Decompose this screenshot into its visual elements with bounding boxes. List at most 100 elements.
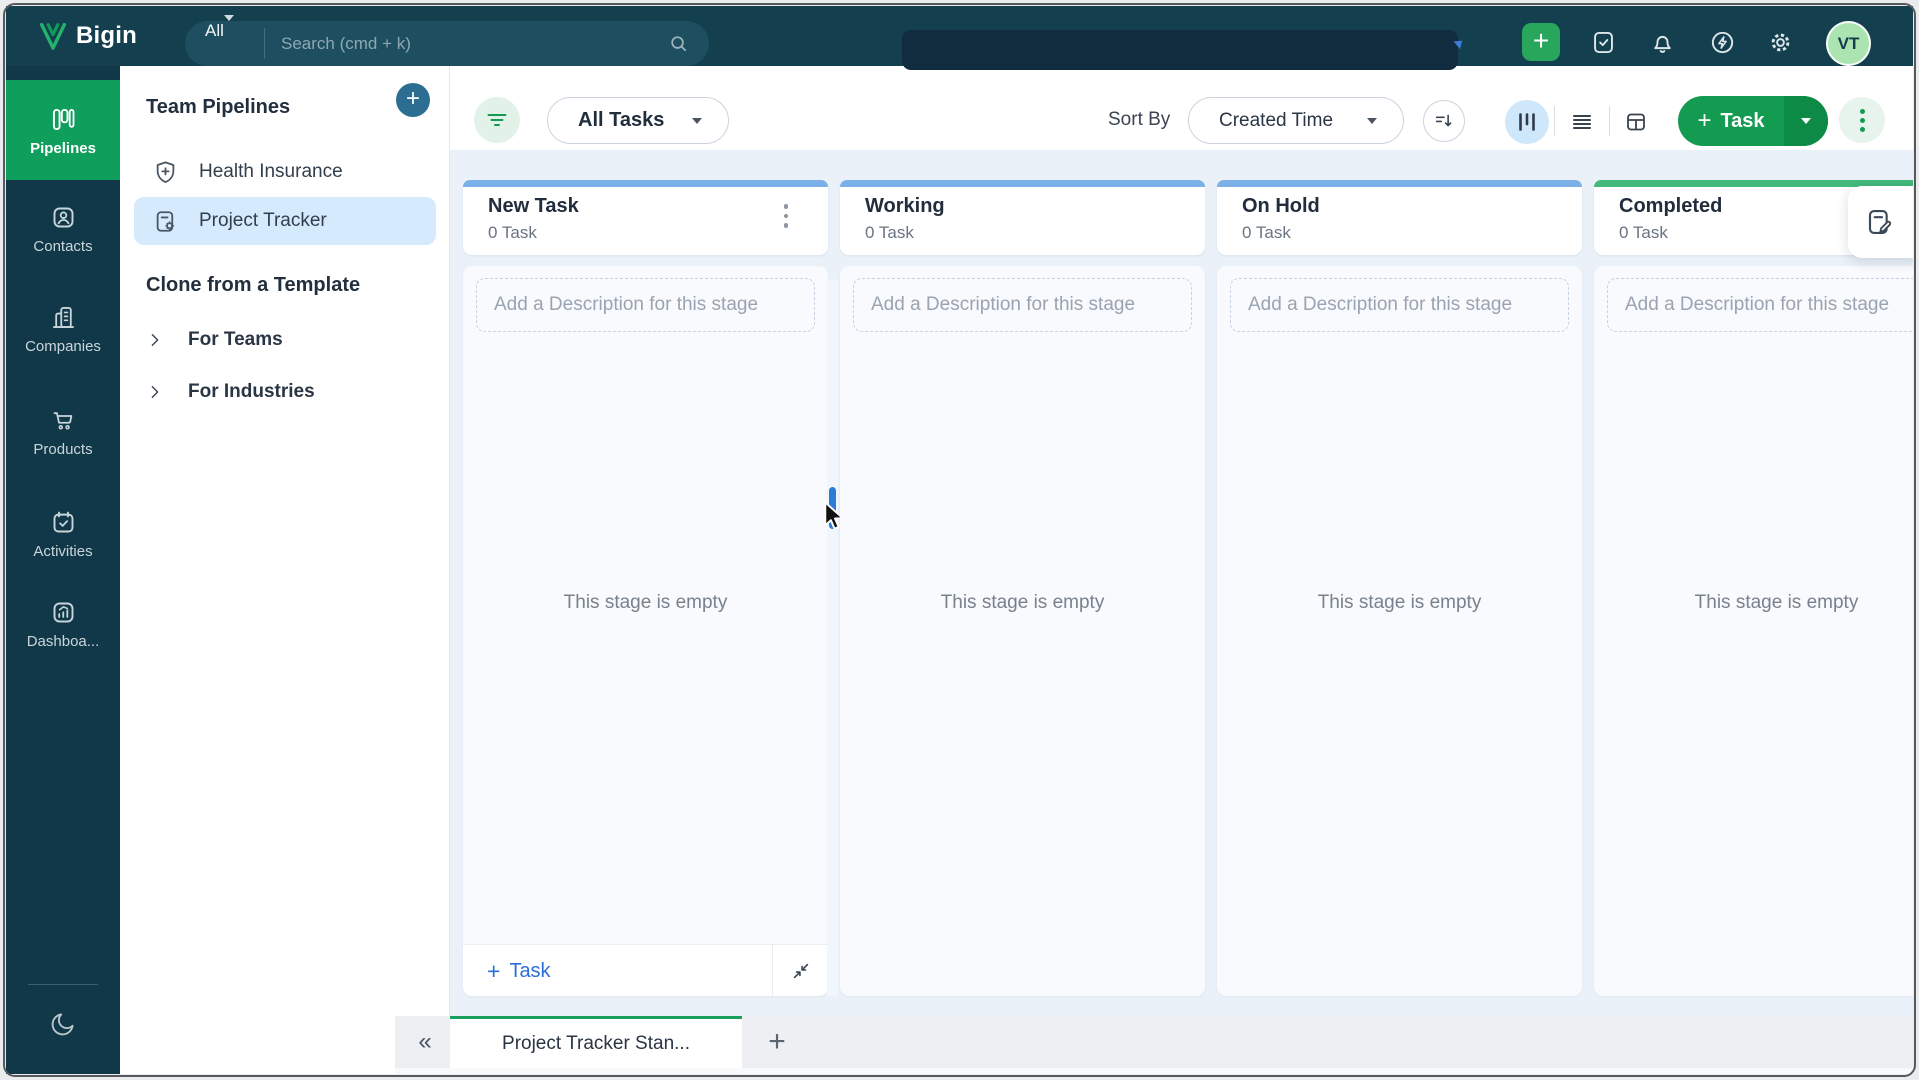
divider: [1554, 106, 1555, 136]
notifications-bell-button[interactable]: [1649, 29, 1676, 56]
contacts-icon: [53, 207, 73, 228]
stage-header-on-hold[interactable]: On Hold 0 Task: [1217, 180, 1582, 255]
stage-count: 0 Task: [488, 223, 537, 242]
stage-title: Completed: [1619, 195, 1723, 217]
user-avatar[interactable]: VT: [1826, 21, 1871, 66]
caret-down-icon: [223, 15, 234, 40]
stage-description-input[interactable]: Add a Description for this stage: [1607, 278, 1913, 332]
stage-empty-text: This stage is empty: [1694, 592, 1859, 613]
nav-item-companies[interactable]: Companies: [6, 304, 120, 355]
stage-body-working: Add a Description for this stage This st…: [840, 266, 1205, 996]
sort-order-button[interactable]: [1423, 100, 1465, 142]
stage-title: New Task: [488, 195, 579, 217]
stage-header-new-task[interactable]: New Task 0 Task: [463, 180, 828, 255]
tab-project-tracker-standard[interactable]: Project Tracker Stan...: [450, 1016, 742, 1068]
nav-item-activities[interactable]: Activities: [6, 509, 120, 560]
divider: [28, 984, 98, 985]
stage-body-new-task: Add a Description for this stage This st…: [463, 266, 828, 997]
stage-empty-text: This stage is empty: [1317, 592, 1482, 613]
search-scope-dropdown[interactable]: All: [185, 15, 264, 66]
add-task-main[interactable]: + Task: [1678, 96, 1784, 146]
list-view-icon: [1572, 114, 1592, 130]
stage-menu-button[interactable]: [783, 204, 788, 228]
stage-count: 0 Task: [1619, 223, 1668, 242]
stage-description-input[interactable]: Add a Description for this stage: [1230, 278, 1569, 332]
caret-down-icon: [1367, 117, 1377, 124]
collapse-sidebar-button[interactable]: «: [403, 1016, 447, 1068]
avatar-initials: VT: [1837, 33, 1860, 53]
tab-label: Project Tracker Stan...: [502, 1032, 690, 1054]
plus-icon: +: [487, 957, 501, 984]
caret-down-icon: [692, 117, 702, 124]
stage-notes-panel-button[interactable]: [1848, 186, 1913, 258]
plus-icon: +: [1532, 24, 1550, 56]
sort-by-label: Sort By: [1108, 109, 1171, 130]
sidebar-item-project-tracker[interactable]: Project Tracker: [134, 197, 436, 245]
nav-item-contacts[interactable]: Contacts: [6, 204, 120, 255]
calendar-check-icon: [53, 511, 73, 533]
template-group-for-industries[interactable]: For Industries: [146, 372, 436, 412]
board-scrollbar-track[interactable]: [827, 280, 838, 996]
nav-item-dashboards[interactable]: Dashboa...: [6, 599, 120, 650]
stage-description-input[interactable]: Add a Description for this stage: [476, 278, 815, 332]
kebab-dot: [1859, 126, 1865, 132]
chevron-right-icon: [151, 386, 159, 398]
double-chevron-left-icon: «: [418, 1028, 432, 1055]
primary-nav-rail: Pipelines Contacts Companies Products Ac…: [6, 66, 120, 1074]
dashboard-chart-icon: [53, 602, 73, 623]
sidebar-item-health-insurance[interactable]: Health Insurance: [134, 148, 436, 196]
stage-body-completed: Add a Description for this stage This st…: [1594, 266, 1913, 996]
kebab-dot: [1859, 117, 1865, 123]
kanban-view-icon: [1519, 113, 1535, 131]
sort-field-dropdown[interactable]: Created Time: [1188, 97, 1404, 144]
stage-body-on-hold: Add a Description for this stage This st…: [1217, 266, 1582, 996]
bigin-logo-icon: [39, 22, 67, 50]
clipboard-gear-icon: [156, 210, 175, 232]
stage-color-bar: [840, 180, 1205, 187]
divider: [264, 28, 265, 59]
boost-lightning-button[interactable]: [1709, 29, 1736, 56]
stage-header-working[interactable]: Working 0 Task: [840, 180, 1205, 255]
task-filter-value: All Tasks: [578, 109, 665, 131]
building-icon: [52, 307, 74, 328]
nav-label: Pipelines: [30, 140, 96, 157]
add-task-split-button[interactable]: + Task: [1678, 96, 1828, 146]
kebab-dot: [1859, 108, 1865, 114]
cart-icon: [53, 412, 72, 430]
nav-item-products[interactable]: Products: [6, 407, 120, 458]
nav-item-pipelines[interactable]: Pipelines: [6, 80, 120, 180]
add-task-label: Task: [1720, 109, 1765, 132]
filter-button[interactable]: [474, 97, 520, 143]
plus-icon: +: [1697, 107, 1712, 134]
stage-count: 0 Task: [1242, 223, 1291, 242]
stage-collapse-button[interactable]: [772, 945, 828, 997]
search-input[interactable]: [281, 21, 641, 66]
stage-add-task-label: Task: [509, 959, 551, 982]
stage-color-bar: [463, 180, 828, 187]
dark-mode-moon-button[interactable]: [49, 1010, 77, 1038]
add-tab-button[interactable]: +: [755, 1016, 799, 1068]
board-scrollbar-thumb[interactable]: [829, 487, 836, 529]
global-search[interactable]: All: [185, 15, 709, 66]
view-kanban-button[interactable]: [1505, 100, 1549, 144]
chevron-right-icon: [151, 334, 159, 346]
view-table-button[interactable]: [1614, 100, 1658, 144]
kanban-icon: [52, 108, 74, 131]
board-more-options-button[interactable]: [1839, 97, 1885, 143]
quick-add-button[interactable]: +: [1522, 23, 1560, 61]
brand-name: Bigin: [76, 22, 137, 49]
window-bottom-strip: [395, 1068, 1913, 1074]
stage-description-input[interactable]: Add a Description for this stage: [853, 278, 1192, 332]
view-list-button[interactable]: [1560, 100, 1604, 144]
my-tasks-button[interactable]: [1590, 29, 1617, 56]
settings-gear-button[interactable]: [1767, 29, 1794, 56]
stage-color-bar: [1217, 180, 1582, 187]
template-group-for-teams[interactable]: For Teams: [146, 320, 436, 360]
sidebar-title: Team Pipelines: [146, 96, 291, 118]
stage-add-task-button[interactable]: + Task: [487, 945, 551, 997]
task-filter-dropdown[interactable]: All Tasks: [547, 97, 729, 144]
header-overlay-panel: [902, 30, 1458, 70]
bottom-tab-bar: « Project Tracker Stan... +: [395, 1016, 1913, 1068]
add-pipeline-button[interactable]: +: [396, 83, 430, 117]
add-task-menu-toggle[interactable]: [1784, 96, 1828, 146]
